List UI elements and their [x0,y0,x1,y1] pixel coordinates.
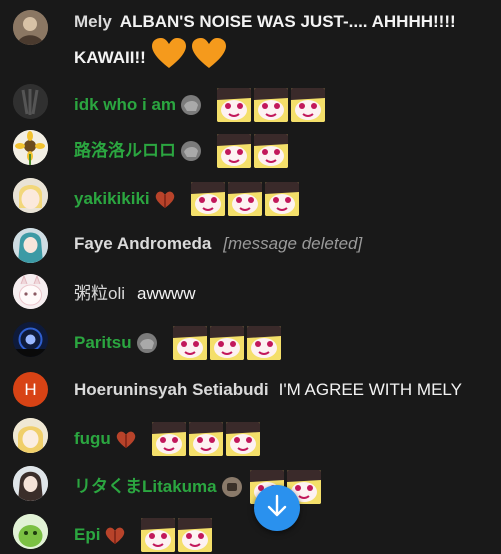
avatar-letter: H [24,379,37,399]
member-badge-icon [135,331,159,355]
chat-message: H Hoeruninsyah Setiabudi I'M AGREE WITH … [0,370,501,410]
emote-icon [209,326,244,360]
author-name[interactable]: Mely [74,10,112,34]
author-name[interactable]: Hoeruninsyah Setiabudi [74,378,269,402]
avatar[interactable] [13,130,48,165]
chat-message: yakikikiki [0,176,501,216]
author-name[interactable]: 粥粒oli [74,282,125,306]
message-text: I'M AGREE WITH MELY [278,380,462,399]
emote-group [190,182,299,216]
emote-icon [254,88,289,122]
avatar[interactable] [13,228,48,263]
deleted-message-text: [message deleted] [223,234,363,253]
member-badge-icon [153,187,177,211]
author-name[interactable]: yakikikiki [74,187,150,211]
avatar[interactable]: H [13,372,48,407]
message-text: ALBAN'S NOISE WAS JUST-.... AHHHH!!!! [119,12,456,31]
orange-heart-icon [191,38,226,77]
emote-icon [217,134,251,168]
avatar[interactable] [13,178,48,213]
emote-icon [151,422,186,456]
emote-icon [172,326,207,360]
emote-icon [190,182,225,216]
emote-icon [254,134,288,168]
chat-message: Mely ALBAN'S NOISE WAS JUST-.... AHHHH!!… [0,4,501,70]
emote-group [217,134,288,168]
author-name[interactable]: Epi [74,523,100,547]
chat-message: Epi [0,512,501,552]
author-name[interactable]: fugu [74,427,111,451]
author-name[interactable]: リタくまLitakuma [74,475,217,499]
avatar[interactable] [13,466,48,501]
chat-list: Mely ALBAN'S NOISE WAS JUST-.... AHHHH!!… [0,0,501,552]
avatar[interactable] [13,10,48,45]
chat-message: 粥粒oli awwww [0,272,501,312]
scroll-to-bottom-button[interactable] [254,485,300,531]
chat-message: fugu [0,416,501,456]
author-name[interactable]: idk who i am [74,93,176,117]
chat-message: 路洛洛ルロロ [0,128,501,168]
emote-group [217,88,326,122]
author-name[interactable]: 路洛洛ルロロ [74,139,176,163]
emote-icon [246,326,281,360]
emote-icon [291,88,326,122]
member-badge-icon [114,427,138,451]
avatar[interactable] [13,84,48,119]
avatar[interactable] [13,274,48,309]
emote-group [151,422,260,456]
emote-group [172,326,281,360]
orange-heart-icon [151,38,186,77]
avatar[interactable] [13,514,48,549]
member-badge-icon [179,93,203,117]
author-name[interactable]: Faye Andromeda [74,232,211,256]
member-badge-icon [220,475,244,499]
member-badge-icon [103,523,127,547]
chat-message: Paritsu [0,320,501,360]
member-badge-icon [179,139,203,163]
arrow-down-icon [264,493,290,524]
chat-message: Faye Andromeda [message deleted] [0,226,501,266]
chat-message: idk who i am [0,82,501,122]
author-name[interactable]: Paritsu [74,331,132,355]
chat-message: リタくまLitakuma [0,464,501,504]
avatar[interactable] [13,418,48,453]
emote-icon [188,422,223,456]
avatar[interactable] [13,322,48,357]
emote-icon [264,182,299,216]
emote-icon [225,422,260,456]
message-text: awwww [137,284,196,303]
emote-icon [217,88,252,122]
emote-icon [227,182,262,216]
message-text-continued: KAWAII!! [74,47,146,67]
